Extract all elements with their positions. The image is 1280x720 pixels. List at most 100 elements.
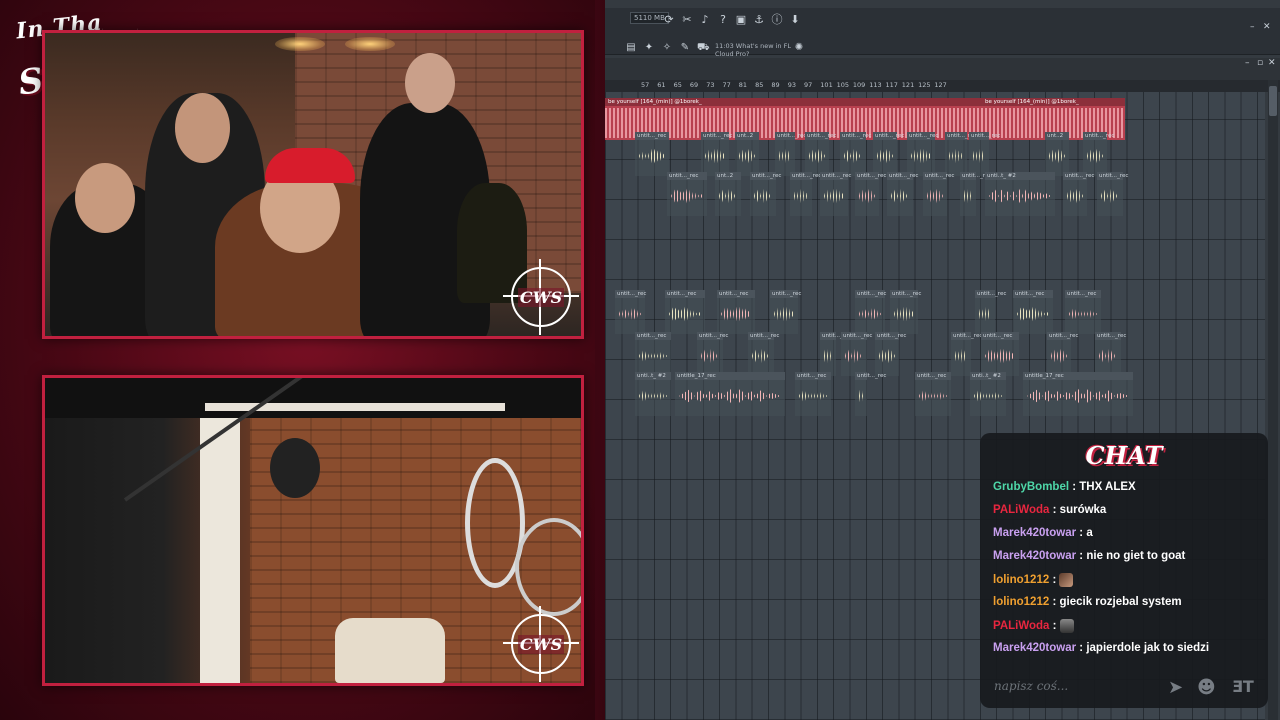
help-icon[interactable]: ? — [717, 14, 729, 26]
audio-clip[interactable]: untit..._rec — [840, 132, 871, 176]
mic-icon[interactable]: ♪ — [699, 14, 711, 26]
audio-clip[interactable]: unt..2 — [715, 172, 741, 216]
audio-clip[interactable]: untit..._rec — [635, 132, 669, 176]
scissors-icon[interactable]: ✂ — [681, 14, 693, 26]
send-icon[interactable]: ➤ — [1168, 677, 1183, 698]
audio-clip[interactable]: untit..._rec — [873, 132, 904, 176]
audio-clip[interactable]: untit..._rec — [697, 332, 728, 376]
audio-clip[interactable]: untit..._rec — [1095, 332, 1126, 376]
chat-username[interactable]: Marek420towar — [993, 642, 1076, 654]
audio-clip[interactable]: untit..._rec — [750, 172, 781, 216]
chat-message: PALiWoda : — [993, 619, 1263, 642]
audio-clip[interactable]: untit..._rec — [775, 132, 806, 176]
audio-clip[interactable]: untit..._rec — [907, 132, 938, 176]
audio-clip[interactable]: untit..._rec — [820, 172, 851, 216]
audio-clip[interactable]: untit..._rec — [748, 332, 779, 376]
brush-icon[interactable]: ✎ — [679, 42, 691, 54]
audio-clip[interactable]: untit..._rec — [887, 172, 918, 216]
audio-clip[interactable]: untit..._rec — [1065, 290, 1101, 334]
chat-username[interactable]: lolino1212 — [993, 596, 1049, 608]
playlist-minimize-icon[interactable]: – — [1245, 58, 1250, 68]
chat-username[interactable]: PALiWoda — [993, 504, 1049, 516]
whats-new-news[interactable]: 11:03 What's new in FL Cloud Pro? — [715, 42, 795, 58]
audio-clip[interactable]: untit..._rec — [981, 332, 1019, 376]
audio-clip[interactable]: untit..._rec — [923, 172, 954, 216]
audio-clip[interactable]: untit..._rec — [875, 332, 906, 376]
audio-clip[interactable]: untit..._rec — [1063, 172, 1094, 216]
clip-label: unt..2 — [737, 133, 754, 139]
audio-clip[interactable]: untit..._rec — [635, 332, 671, 376]
cloud-icon[interactable]: ✺ — [793, 42, 805, 54]
audio-clip[interactable]: untit..._rec — [770, 290, 801, 334]
playlist-close-icon[interactable]: ✕ — [1268, 58, 1276, 68]
download-icon[interactable]: ⬇ — [789, 14, 801, 26]
audio-clip[interactable]: untit..._rec — [717, 290, 755, 334]
audio-clip[interactable]: untit..._rec — [1013, 290, 1053, 334]
chat-username[interactable]: Marek420towar — [993, 550, 1076, 562]
audio-clip[interactable]: unt..2 — [1045, 132, 1069, 176]
waveform — [1049, 148, 1065, 164]
cws-watermark: CWS — [503, 606, 579, 682]
timeline-ruler[interactable]: 57 61 65 69 73 77 81 85 89 93 97 101 105 109 113 117 121… — [605, 80, 1280, 92]
waveform — [891, 188, 909, 204]
audio-clip[interactable]: untit..._rec — [855, 372, 886, 416]
folder-icon[interactable]: ▤ — [625, 42, 637, 54]
clip-label: untit..._rec — [1067, 291, 1097, 297]
audio-clip[interactable]: untit..._rec — [1097, 172, 1128, 216]
audio-clip[interactable]: unti..t_ #2 — [970, 372, 1006, 416]
playlist-header: – ▫ ✕ — [605, 58, 1280, 80]
chat-separator: : — [1049, 504, 1060, 516]
audio-clip[interactable]: untit..._rec — [945, 132, 976, 176]
audio-clip[interactable]: untit..._rec — [667, 172, 707, 216]
waveform — [877, 148, 893, 164]
audio-clip[interactable]: untit..._rec — [1047, 332, 1078, 376]
chat-username[interactable]: lolino1212 — [993, 574, 1049, 586]
chat-username[interactable]: GrubyBombel — [993, 481, 1069, 493]
audio-clip[interactable]: untit..._rec — [975, 290, 1006, 334]
emote-picker-icon[interactable]: ƎT — [1232, 677, 1254, 696]
audio-clip[interactable]: untitle_17_rec — [1023, 372, 1133, 416]
chat-username[interactable]: PALiWoda — [993, 620, 1049, 632]
audio-clip[interactable]: untit..._rec — [1083, 132, 1114, 176]
minimize-icon[interactable]: – — [1250, 22, 1255, 32]
clip-label: untit..._rec — [1015, 291, 1045, 297]
audio-clip[interactable]: untit..._rec — [805, 132, 836, 176]
audio-clip[interactable]: untit..._rec — [890, 290, 921, 334]
audio-clip[interactable]: untit..._rec — [665, 290, 705, 334]
audio-clip[interactable]: unt..2 — [735, 132, 759, 176]
waveform — [927, 188, 943, 204]
emoji-icon[interactable]: ☻ — [1197, 677, 1216, 698]
close-icon[interactable]: ✕ — [1263, 22, 1271, 32]
pin-icon[interactable]: ✦ — [643, 42, 655, 54]
webcam-studio-room: CWS — [42, 30, 584, 339]
audio-clip[interactable]: untit..._rec — [615, 290, 646, 334]
playlist-scrollbar[interactable] — [1268, 80, 1278, 720]
chat-input[interactable]: napisz coś... — [994, 673, 1154, 699]
audio-clip[interactable]: untit..._rec — [855, 172, 886, 216]
clip-label: untit..._rec — [917, 373, 947, 379]
audio-clip[interactable]: unti..t_ #2 — [985, 172, 1055, 216]
audio-clip[interactable]: untit..._rec — [855, 290, 886, 334]
audio-clip[interactable]: untitle_17_rec — [675, 372, 785, 416]
audio-clip[interactable]: unti..t_ #2 — [635, 372, 671, 416]
audio-clip[interactable]: untit..._rec — [841, 332, 872, 376]
cart-icon[interactable]: ⛟ — [697, 42, 710, 54]
plugin-icon[interactable]: ⚓ — [753, 14, 765, 26]
audio-clip[interactable]: untit..._rec — [701, 132, 732, 176]
audio-clip[interactable]: untit..._rec — [969, 132, 1000, 176]
audio-clip[interactable]: untit..._rec — [820, 332, 851, 376]
wand-icon[interactable]: ✧ — [661, 42, 673, 54]
info-icon[interactable]: ⓘ — [771, 14, 783, 26]
audio-clip[interactable]: untit..._rec — [915, 372, 951, 416]
audio-clip[interactable]: untit..._rec — [960, 172, 991, 216]
waveform — [879, 348, 895, 364]
ruler-tick: 109 — [852, 81, 866, 89]
clip-label: untit..._rec — [667, 291, 697, 297]
audio-clip[interactable]: untit..._rec — [795, 372, 831, 416]
chat-username[interactable]: Marek420towar — [993, 527, 1076, 539]
save-icon[interactable]: ▣ — [735, 14, 747, 26]
refresh-icon[interactable]: ⟳ — [663, 14, 675, 26]
audio-clip[interactable]: untit..._rec — [790, 172, 821, 216]
playlist-maximize-icon[interactable]: ▫ — [1257, 58, 1263, 68]
audio-clip[interactable]: untit..._rec — [951, 332, 982, 376]
